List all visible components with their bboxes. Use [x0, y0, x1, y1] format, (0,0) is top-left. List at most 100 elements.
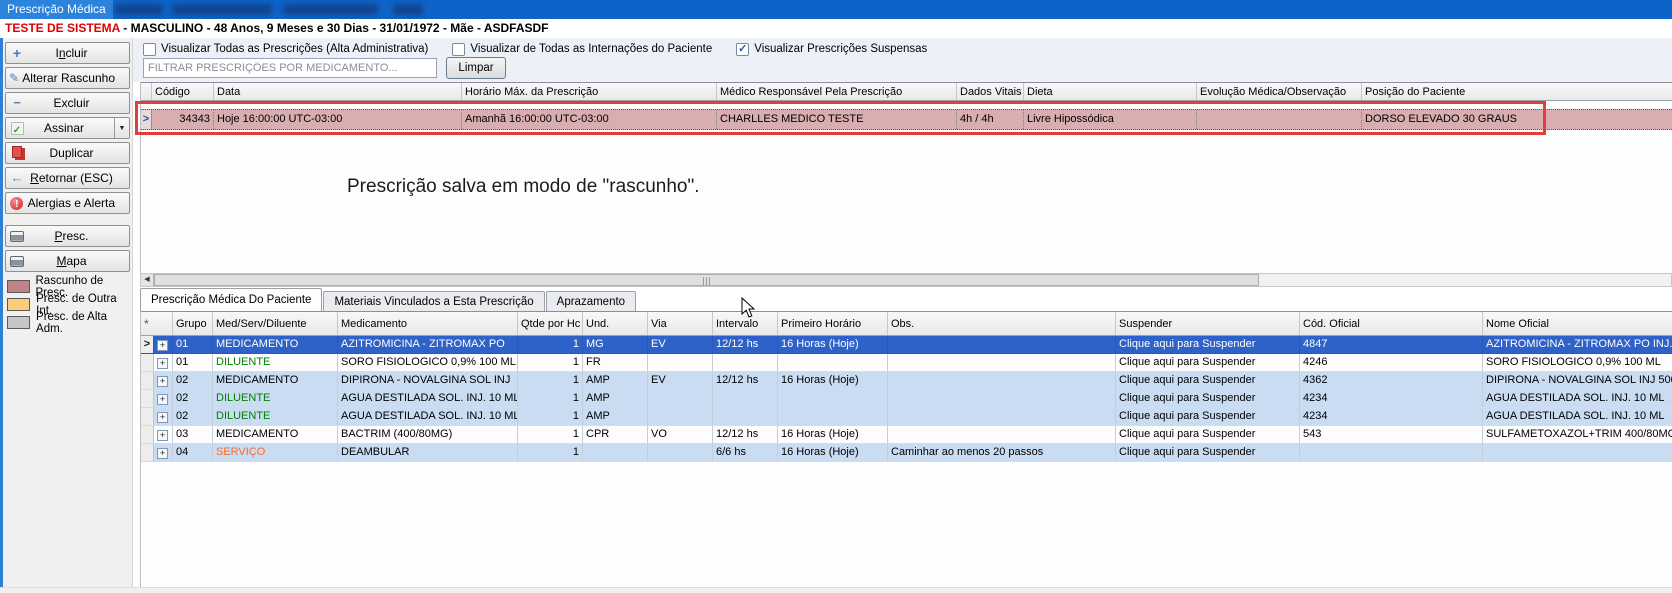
patient-bar: TESTE DE SISTEMA - MASCULINO - 48 Anos, … — [0, 19, 1672, 38]
row-indicator-cell — [141, 408, 154, 426]
cell-intervalo: 6/6 hs — [713, 444, 778, 462]
sidebar-button-incluir[interactable]: Incluir — [5, 42, 130, 64]
column-header-und[interactable]: Und. — [583, 312, 648, 335]
cell-und: AMP — [583, 390, 648, 408]
expand-button[interactable]: + — [157, 376, 168, 387]
column-header-primeiro-horario[interactable]: Primeiro Horário — [778, 312, 888, 335]
sidebar-button-alterar-rascunho[interactable]: Alterar Rascunho — [5, 67, 130, 89]
printer-icon — [10, 256, 24, 267]
column-header-med-serv-diluente[interactable]: Med/Serv/Diluente — [213, 312, 338, 335]
clear-filter-button[interactable]: Limpar — [446, 57, 506, 79]
sidebar-button-presc[interactable]: Presc. — [5, 225, 130, 247]
column-header-dieta[interactable]: Dieta — [1024, 83, 1197, 100]
sidebar-button-label: Assinar — [28, 121, 114, 135]
expand-button[interactable]: + — [157, 340, 168, 351]
item-row-group-02[interactable]: +02DILUENTEAGUA DESTILADA SOL. INJ. 10 M… — [141, 408, 1672, 426]
column-header-medicamento[interactable]: Medicamento — [338, 312, 518, 335]
checkbox-box[interactable] — [143, 43, 156, 56]
cell-obs — [888, 408, 1116, 426]
column-header-via[interactable]: Via — [648, 312, 713, 335]
cell-suspender[interactable]: Clique aqui para Suspender — [1116, 408, 1300, 426]
column-header-codigo[interactable]: Código — [152, 83, 214, 100]
checkbox-box[interactable] — [452, 43, 465, 56]
column-header-grupo[interactable]: Grupo▲ — [173, 312, 213, 335]
sidebar-button-label: Mapa — [28, 254, 129, 268]
checkbox-visualizar-de-todas-as-internacoes-do-paciente[interactable]: Visualizar de Todas as Internações do Pa… — [452, 43, 712, 56]
column-header-suspender[interactable]: Suspender — [1116, 312, 1300, 335]
item-row-group-01[interactable]: +01DILUENTESORO FISIOLOGICO 0,9% 100 ML1… — [141, 354, 1672, 372]
cell-obs — [888, 426, 1116, 444]
cell-intervalo: 12/12 hs — [713, 372, 778, 390]
column-header-obs[interactable]: Obs. — [888, 312, 1116, 335]
sidebar-button-assinar[interactable]: Assinar▼ — [5, 117, 130, 139]
checkbox-visualizar-todas-as-prescricoes-alta-administrativa[interactable]: Visualizar Todas as Prescrições (Alta Ad… — [143, 43, 428, 56]
tab-prescricao-medica-do-paciente[interactable]: Prescrição Médica Do Paciente — [140, 288, 322, 311]
cell-cod-oficial: 4246 — [1300, 354, 1483, 372]
cell-suspender[interactable]: Clique aqui para Suspender — [1116, 336, 1300, 354]
cell-suspender[interactable]: Clique aqui para Suspender — [1116, 354, 1300, 372]
sidebar-button-label: Incluir — [28, 46, 129, 60]
scrollbar-thumb[interactable] — [154, 274, 1259, 286]
expand-button[interactable]: + — [157, 358, 168, 369]
checkbox-label: Visualizar Prescrições Suspensas — [754, 43, 927, 55]
cell-suspender[interactable]: Clique aqui para Suspender — [1116, 372, 1300, 390]
expand-cell: + — [154, 444, 173, 462]
expand-button[interactable]: + — [157, 394, 168, 405]
expand-button[interactable]: + — [157, 430, 168, 441]
item-row-group-03[interactable]: +03MEDICAMENTOBACTRIM (400/80MG)1CPRVO12… — [141, 426, 1672, 444]
item-row-group-02[interactable]: +02DILUENTEAGUA DESTILADA SOL. INJ. 10 M… — [141, 390, 1672, 408]
cell-obs — [888, 372, 1116, 390]
column-header-posicao-do-paciente[interactable]: Posição do Paciente — [1362, 83, 1672, 100]
cell-dieta: Livre Hipossódica — [1024, 110, 1197, 129]
column-header-evolucao-medica-observacao[interactable]: Evolução Médica/Observação — [1197, 83, 1362, 100]
tab-aprazamento[interactable]: Aprazamento — [546, 291, 636, 311]
cell-suspender[interactable]: Clique aqui para Suspender — [1116, 426, 1300, 444]
cell-primeiro-horario: 16 Horas (Hoje) — [778, 336, 888, 354]
cell-horario-max-da-prescricao: Amanhã 16:00:00 UTC-03:00 — [462, 110, 717, 129]
cell-und: AMP — [583, 408, 648, 426]
column-header-medico-responsavel-pela-prescricao[interactable]: Médico Responsável Pela Prescrição — [717, 83, 957, 100]
sidebar-button-excluir[interactable]: Excluir — [5, 92, 130, 114]
cell-intervalo: 12/12 hs — [713, 336, 778, 354]
sidebar: Incluir Alterar Rascunho Excluir Assinar▼ Du… — [3, 38, 133, 587]
row-indicator-cell: > — [141, 336, 154, 354]
grid-corner-cell: * — [141, 312, 173, 335]
legend-swatch — [7, 280, 30, 293]
expand-button[interactable]: + — [157, 448, 168, 459]
cell-qtde-por-hc: 1 — [518, 408, 583, 426]
item-row-group-02[interactable]: +02MEDICAMENTODIPIRONA - NOVALGINA SOL I… — [141, 372, 1672, 390]
scroll-left-button[interactable]: ◀ — [141, 274, 154, 286]
sidebar-button-mapa[interactable]: Mapa — [5, 250, 130, 272]
redacted-title-text — [393, 4, 423, 15]
cell-intervalo — [713, 408, 778, 426]
column-header-intervalo[interactable]: Intervalo — [713, 312, 778, 335]
sidebar-button-alergias-e-alerta[interactable]: Alergias e Alerta — [5, 192, 130, 214]
horizontal-scrollbar[interactable]: ◀ — [140, 273, 1672, 287]
toolbar: Visualizar Todas as Prescrições (Alta Ad… — [133, 38, 1672, 82]
item-row-group-04[interactable]: +04SERVIÇODEAMBULAR16/6 hs16 Horas (Hoje… — [141, 444, 1672, 462]
cell-medicamento: BACTRIM (400/80MG) — [338, 426, 518, 444]
column-header-nome-oficial[interactable]: Nome Oficial — [1483, 312, 1672, 335]
column-header-cod-oficial[interactable]: Cód. Oficial — [1300, 312, 1483, 335]
prescriptions-empty-strip — [141, 101, 1672, 109]
column-header-dados-vitais[interactable]: Dados Vitais — [957, 83, 1024, 100]
column-header-data[interactable]: Data — [214, 83, 462, 100]
cell-suspender[interactable]: Clique aqui para Suspender — [1116, 390, 1300, 408]
sidebar-button-retornar-esc[interactable]: Retornar (ESC) — [5, 167, 130, 189]
filter-input[interactable] — [143, 58, 437, 78]
cell-suspender[interactable]: Clique aqui para Suspender — [1116, 444, 1300, 462]
redacted-title-text — [115, 4, 163, 15]
column-header-horario-max-da-prescricao[interactable]: Horário Máx. da Prescrição — [462, 83, 717, 100]
row-indicator-cell — [141, 390, 154, 408]
prescription-row-draft[interactable]: >34343Hoje 16:00:00 UTC-03:00Amanhã 16:0… — [141, 109, 1672, 130]
sidebar-button-duplicar[interactable]: Duplicar — [5, 142, 130, 164]
checkbox-visualizar-prescricoes-suspensas[interactable]: Visualizar Prescrições Suspensas — [736, 43, 927, 56]
expand-button[interactable]: + — [157, 412, 168, 423]
tab-materiais-vinculados-a-esta-prescricao[interactable]: Materiais Vinculados a Esta Prescrição — [323, 291, 544, 311]
cell-medico-responsavel-pela-prescricao: CHARLLES MEDICO TESTE — [717, 110, 957, 129]
item-row-group-01[interactable]: >+01MEDICAMENTOAZITROMICINA - ZITROMAX P… — [141, 336, 1672, 354]
cell-nome-oficial: AGUA DESTILADA SOL. INJ. 10 ML — [1483, 408, 1672, 426]
column-header-qtde-por-hc[interactable]: Qtde por Hc — [518, 312, 583, 335]
checkbox-box[interactable] — [736, 43, 749, 56]
dropdown-arrow-icon[interactable]: ▼ — [114, 118, 129, 138]
